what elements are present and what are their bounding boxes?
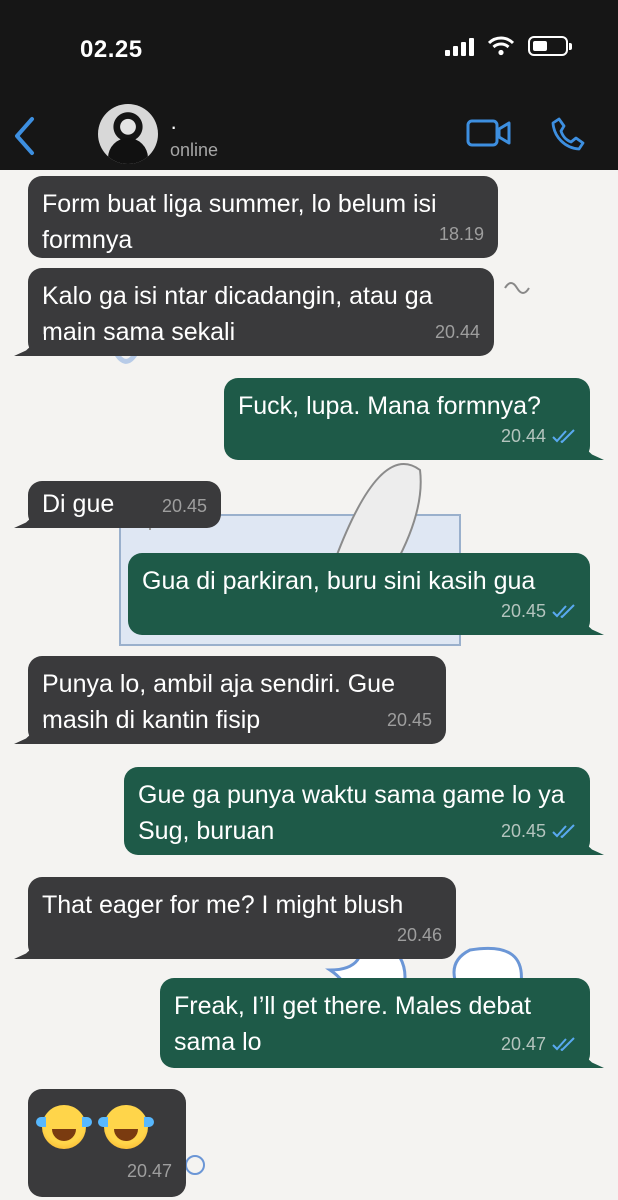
message-bubble-outgoing[interactable]: Fuck, lupa. Mana formnya? 20.44 [224,378,590,460]
avatar[interactable] [98,104,158,164]
message-bubble-incoming[interactable]: Di gue 20.45 [28,481,221,528]
contact-status: online [170,140,219,160]
face-with-tears-of-joy-icon [36,1105,92,1149]
message-text: Form buat liga summer, lo belum isi form… [42,190,437,254]
message-text: That eager for me? I might blush [42,891,404,919]
face-with-tears-of-joy-icon [98,1105,154,1149]
message-time: 20.45 [500,821,546,841]
status-icons [445,36,572,56]
battery-icon [528,36,572,56]
signal-icon [445,36,474,56]
message-time: 20.44 [500,426,546,446]
message-bubble-incoming[interactable]: Form buat liga summer, lo belum isi form… [28,176,498,258]
double-check-icon [552,824,575,838]
emoji-row [36,1105,172,1149]
chat-area[interactable]: Form buat liga summer, lo belum isi form… [0,170,618,1200]
video-call-icon[interactable] [466,118,512,148]
message-bubble-outgoing[interactable]: Gua di parkiran, buru sini kasih gua 20.… [128,553,590,635]
contact-name[interactable]: · [170,114,177,140]
double-check-icon [552,1037,575,1051]
message-time: 20.44 [434,322,480,342]
message-time: 20.45 [500,601,546,621]
message-bubble-outgoing[interactable]: Freak, I’ll get there. Males debat sama … [160,978,590,1068]
message-bubble-incoming[interactable]: That eager for me? I might blush 20.46 [28,877,456,959]
message-bubble-outgoing[interactable]: Gue ga punya waktu sama game lo ya Sug, … [124,767,590,855]
message-time: 20.46 [396,925,442,945]
message-time: 20.47 [500,1034,546,1054]
message-time: 18.19 [438,224,484,244]
message-bubble-incoming[interactable]: Kalo ga isi ntar dicadangin, atau ga mai… [28,268,494,356]
message-time: 20.45 [386,710,432,730]
top-bar: 02.25 · online [0,0,618,170]
wifi-icon [488,36,514,56]
message-time: 20.47 [126,1161,172,1181]
back-chevron-icon[interactable] [10,114,40,158]
phone-icon[interactable] [550,116,586,152]
message-text: Punya lo, ambil aja sendiri. Gue masih d… [42,670,395,734]
message-time: 20.45 [161,496,207,516]
double-check-icon [552,604,575,618]
message-bubble-incoming[interactable]: 20.47 [28,1089,186,1197]
message-bubble-incoming[interactable]: Punya lo, ambil aja sendiri. Gue masih d… [28,656,446,744]
status-time: 02.25 [80,36,143,63]
double-check-icon [552,429,575,443]
message-text: Kalo ga isi ntar dicadangin, atau ga mai… [42,282,433,346]
